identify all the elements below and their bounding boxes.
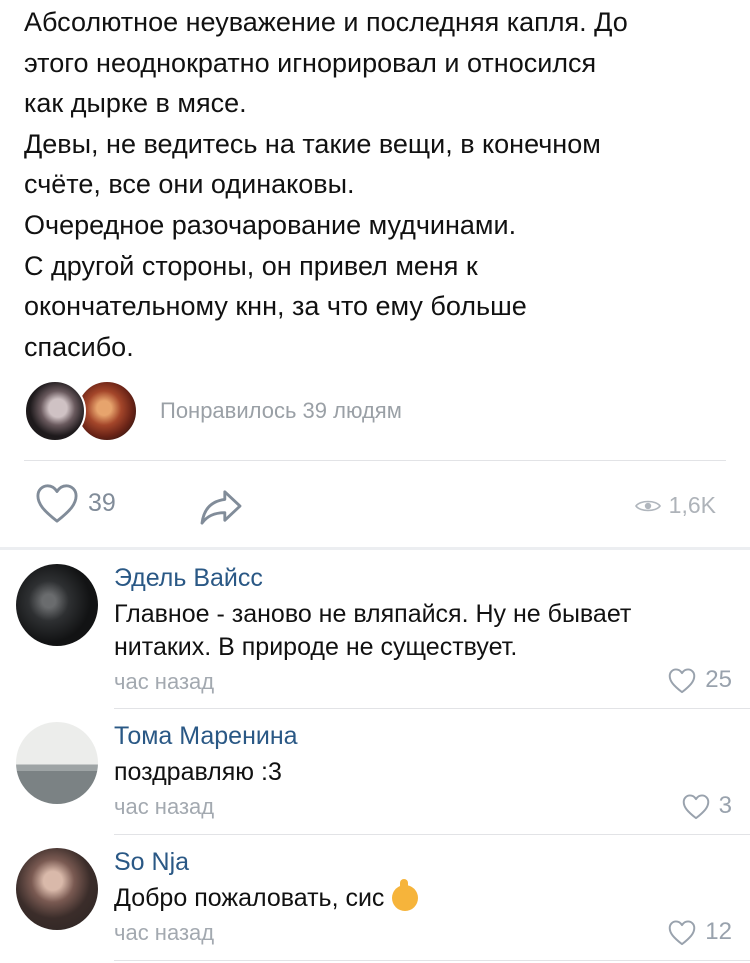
- comment-like-button[interactable]: 25: [667, 666, 732, 694]
- raising-hand-emoji-icon: [392, 879, 419, 911]
- avatar[interactable]: [16, 564, 98, 646]
- comment-author[interactable]: Эдель Вайсс: [114, 564, 263, 593]
- comment-text: поздравляю :3: [114, 758, 282, 786]
- post-actions: 39 1,6K: [0, 482, 750, 534]
- section-separator: [0, 547, 750, 550]
- likers-count-text[interactable]: Понравилось 39 людям: [160, 398, 402, 424]
- share-button[interactable]: [198, 488, 244, 531]
- share-arrow-icon: [200, 490, 242, 525]
- comment-like-count: 12: [705, 918, 732, 945]
- views-counter: 1,6K: [634, 492, 716, 519]
- heart-outline-icon: [36, 484, 78, 523]
- heart-outline-icon: [669, 919, 696, 945]
- divider: [114, 708, 750, 709]
- comment-time: час назад: [114, 669, 215, 694]
- comment-text: Добро пожаловать, сис: [114, 884, 385, 912]
- avatar[interactable]: [16, 722, 98, 804]
- divider: [114, 960, 750, 961]
- heart-outline-icon: [669, 667, 696, 693]
- views-count: 1,6K: [668, 492, 716, 518]
- avatar[interactable]: [16, 848, 98, 930]
- comment-text: Главное - заново не вляпайся. Ну не быва…: [114, 600, 632, 661]
- comment-author[interactable]: Тома Маренина: [114, 722, 298, 751]
- comment-item: So Nja Добро пожаловать, сис час назад 1…: [0, 844, 750, 960]
- eye-icon: [634, 500, 661, 511]
- comment-like-count: 3: [718, 792, 732, 819]
- post-text: Абсолютное неуважение и последняя капля.…: [24, 7, 628, 362]
- like-button[interactable]: 39: [34, 482, 116, 524]
- comment-time: час назад: [114, 920, 215, 945]
- comment-like-button[interactable]: 12: [667, 918, 732, 946]
- comment-like-button[interactable]: 3: [681, 792, 732, 820]
- likers-row[interactable]: Понравилось 39 людям: [24, 380, 724, 446]
- comment-time: час назад: [114, 794, 215, 819]
- liker-avatar[interactable]: [24, 380, 86, 442]
- divider: [24, 460, 726, 461]
- comment-item: Эдель Вайсс Главное - заново не вляпайся…: [0, 560, 750, 708]
- comment-item: Тома Маренина поздравляю :3 час назад 3: [0, 718, 750, 834]
- comment-text-row: Добро пожаловать, сис: [114, 879, 724, 915]
- comment-author[interactable]: So Nja: [114, 848, 189, 877]
- like-count: 39: [88, 488, 116, 517]
- comment-like-count: 25: [705, 666, 732, 693]
- divider: [114, 834, 750, 835]
- heart-outline-icon: [682, 793, 709, 819]
